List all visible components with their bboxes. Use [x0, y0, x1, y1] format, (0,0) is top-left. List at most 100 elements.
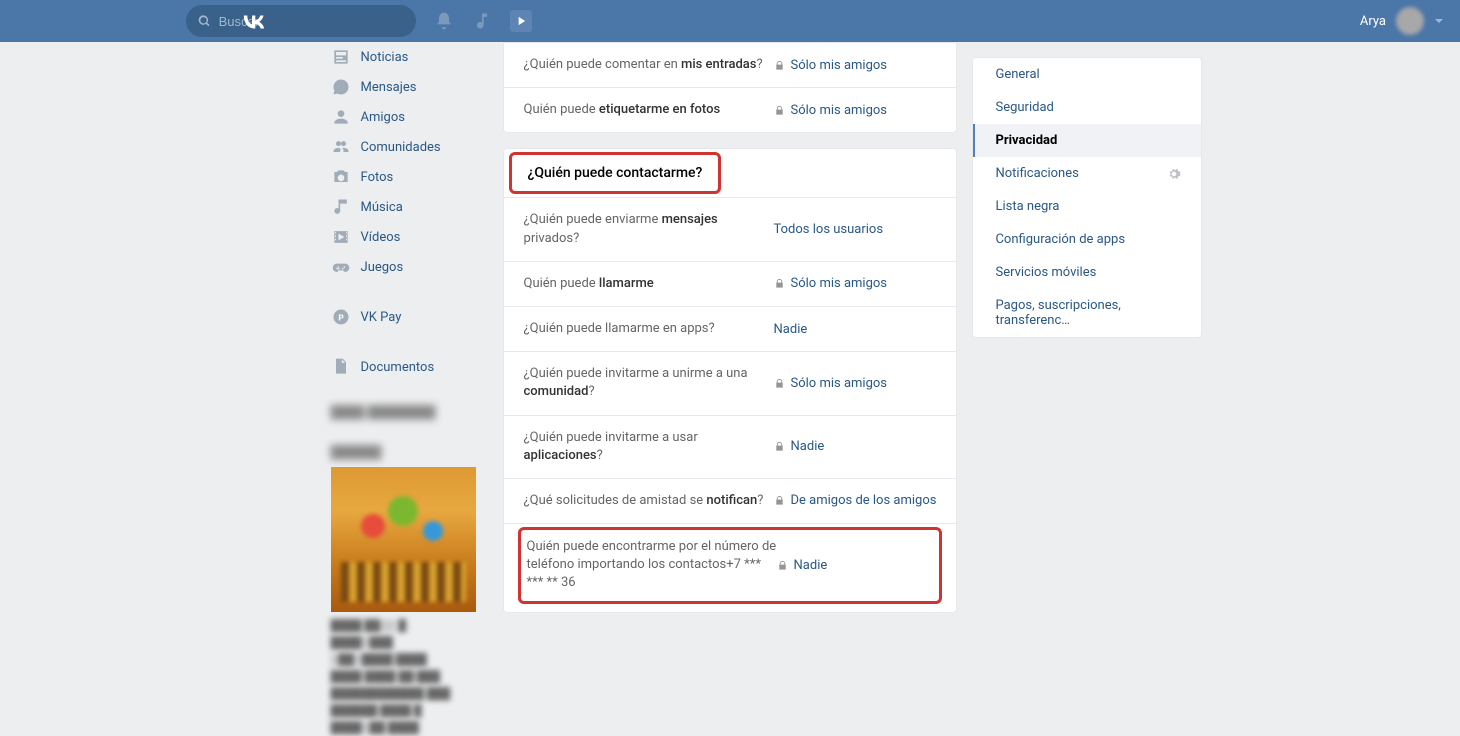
sidebar-item-amigos[interactable]: Amigos [323, 102, 488, 132]
sidebar-item-label: VK Pay [361, 310, 402, 325]
topbar: Arya [0, 0, 1460, 42]
vk-logo[interactable] [240, 7, 268, 35]
blurred-text: ▒██▒████ ████ [323, 651, 488, 668]
friends-icon [331, 107, 351, 127]
messages-icon [331, 77, 351, 97]
sidebar-item-label: Juegos [361, 260, 404, 275]
blurred-text: ████ ████ ██ ███ [323, 668, 488, 685]
setting-value[interactable]: Sólo mis amigos [774, 58, 887, 73]
lock-icon [774, 60, 785, 71]
sidebar-item-label: Comunidades [361, 140, 441, 155]
setting-label: ¿Quién puede llamarme en apps? [524, 320, 774, 338]
lock-icon [774, 378, 785, 389]
setting-label: ¿Qué solicitudes de amistad se notifican… [524, 492, 774, 510]
blurred-text: ████ ██▒▒ █ [323, 617, 488, 634]
communities-icon [331, 137, 351, 157]
blurred-text: ██████ ████ █ [323, 702, 488, 719]
lock-icon [774, 441, 785, 452]
photos-icon [331, 167, 351, 187]
phone-row-highlight: Quién puede encontrarme por el número de… [518, 527, 943, 604]
documents-icon [331, 357, 351, 377]
lock-icon [777, 560, 788, 571]
sidebar-item-label: Documentos [361, 360, 435, 375]
sidebar-item-mensajes[interactable]: Mensajes [323, 72, 488, 102]
chevron-down-icon [1434, 16, 1444, 26]
left-sidebar: Noticias Mensajes Amigos Comunidades Fot… [323, 42, 488, 736]
setting-value[interactable]: Sólo mis amigos [774, 276, 887, 291]
search-box[interactable] [186, 5, 416, 37]
search-icon [198, 14, 211, 28]
lock-icon [774, 278, 785, 289]
setting-value[interactable]: De amigos de los amigos [774, 493, 937, 508]
notifications-icon[interactable] [434, 11, 454, 31]
music-icon[interactable] [472, 11, 492, 31]
sidebar-item-documentos[interactable]: Documentos [323, 352, 488, 382]
settings-nav: General Seguridad Privacidad Notificacio… [972, 57, 1202, 338]
setting-row: ¿Quién puede enviarme mensajes privados?… [504, 197, 957, 260]
nav-general[interactable]: General [973, 58, 1201, 91]
svg-text:P: P [338, 313, 344, 323]
sidebar-item-juegos[interactable]: Juegos [323, 252, 488, 282]
blurred-heading: ██████ [323, 442, 488, 462]
setting-row: ¿Quién puede comentar en mis entradas? S… [504, 42, 957, 87]
setting-label: ¿Quién puede invitarme a usar aplicacion… [524, 429, 774, 465]
lock-icon [774, 105, 785, 116]
setting-label: Quién puede llamarme [524, 275, 774, 293]
games-icon [331, 257, 351, 277]
game-ad-image[interactable] [331, 467, 476, 612]
sidebar-item-label: Amigos [361, 110, 405, 125]
sidebar-item-comunidades[interactable]: Comunidades [323, 132, 488, 162]
nav-servicios-moviles[interactable]: Servicios móviles [973, 256, 1201, 289]
setting-row: ¿Qué solicitudes de amistad se notifican… [504, 478, 957, 523]
sidebar-item-label: Música [361, 200, 403, 215]
blurred-text: ████▒██ ████ [323, 719, 488, 736]
blurred-item: ████ ████████ [323, 402, 488, 422]
nav-notificaciones[interactable]: Notificaciones [973, 157, 1201, 190]
sidebar-item-noticias[interactable]: Noticias [323, 42, 488, 72]
sidebar-item-vkpay[interactable]: P VK Pay [323, 302, 488, 332]
music-icon [331, 197, 351, 217]
setting-row: ¿Quién puede invitarme a usar aplicacion… [504, 415, 957, 478]
setting-value[interactable]: Nadie [774, 322, 808, 337]
privacy-panel-1: ¿Quién puede comentar en mis entradas? S… [503, 42, 958, 133]
username: Arya [1360, 14, 1386, 29]
sidebar-item-fotos[interactable]: Fotos [323, 162, 488, 192]
setting-value[interactable]: Sólo mis amigos [774, 103, 887, 118]
section-title: ¿Quién puede contactarme? [528, 165, 703, 181]
user-menu[interactable]: Arya [1360, 7, 1444, 35]
setting-row: ¿Quién puede llamarme en apps? Nadie [504, 306, 957, 351]
sidebar-item-musica[interactable]: Música [323, 192, 488, 222]
setting-value[interactable]: Sólo mis amigos [774, 376, 887, 391]
setting-row-phone: Quién puede encontrarme por el número de… [527, 538, 934, 593]
lock-icon [774, 495, 785, 506]
setting-row: Quién puede etiquetarme en fotos Sólo mi… [504, 87, 957, 132]
privacy-panel-contact: ¿Quién puede contactarme? ¿Quién puede e… [503, 148, 958, 612]
blurred-text: ████▒███ [323, 634, 488, 651]
video-play-icon[interactable] [510, 10, 532, 32]
nav-seguridad[interactable]: Seguridad [973, 91, 1201, 124]
setting-value[interactable]: Todos los usuarios [774, 222, 884, 237]
setting-label: ¿Quién puede enviarme mensajes privados? [524, 211, 774, 247]
nav-pagos[interactable]: Pagos, suscripciones, transferenc… [973, 289, 1201, 337]
avatar [1396, 7, 1424, 35]
nav-lista-negra[interactable]: Lista negra [973, 190, 1201, 223]
nav-privacidad[interactable]: Privacidad [973, 124, 1201, 157]
setting-row: Quién puede llamarme Sólo mis amigos [504, 261, 957, 306]
nav-config-apps[interactable]: Configuración de apps [973, 223, 1201, 256]
gear-icon[interactable] [1167, 167, 1181, 181]
videos-icon [331, 227, 351, 247]
news-icon [331, 47, 351, 67]
setting-row: ¿Quién puede invitarme a unirme a una co… [504, 351, 957, 414]
sidebar-item-videos[interactable]: Vídeos [323, 222, 488, 252]
setting-label: Quién puede etiquetarme en fotos [524, 101, 774, 119]
sidebar-item-label: Vídeos [361, 230, 401, 245]
section-title-highlight: ¿Quién puede contactarme? [509, 152, 722, 194]
setting-label: Quién puede encontrarme por el número de… [527, 538, 777, 593]
sidebar-item-label: Mensajes [361, 80, 417, 95]
setting-label: ¿Quién puede invitarme a unirme a una co… [524, 365, 774, 401]
blurred-text: ████████████ ███ [323, 685, 488, 702]
setting-value[interactable]: Nadie [774, 439, 825, 454]
sidebar-item-label: Noticias [361, 50, 409, 65]
setting-value[interactable]: Nadie [777, 558, 828, 573]
setting-label: ¿Quién puede comentar en mis entradas? [524, 56, 774, 74]
